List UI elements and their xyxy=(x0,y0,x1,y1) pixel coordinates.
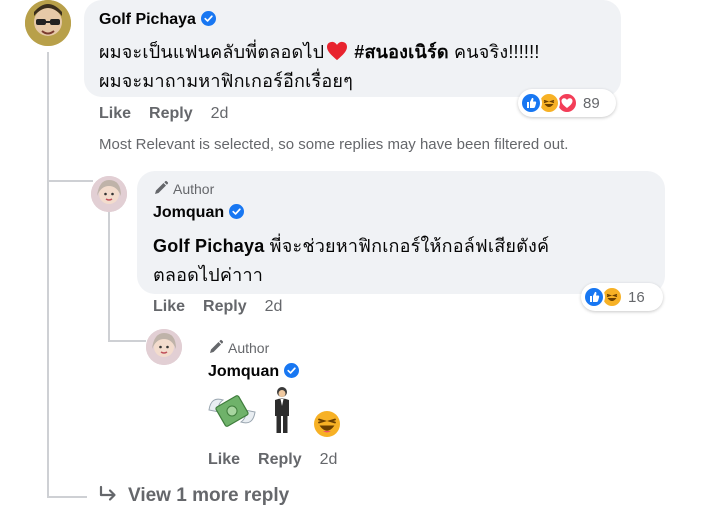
verified-badge-icon xyxy=(200,11,216,26)
reply1-text-line-2: ตลอดไปค่าาา xyxy=(153,265,264,285)
author-tag-label: Author xyxy=(173,181,215,197)
like-button[interactable]: Like xyxy=(153,298,185,315)
comment-text: ผมจะเป็นแฟนคลับพี่ตลอดไป xyxy=(99,42,325,62)
reply1-actions: Like Reply 2d xyxy=(153,298,300,316)
pencil-icon xyxy=(155,180,169,194)
author-tag-label: Author xyxy=(228,340,270,356)
reply2-avatar-face-icon xyxy=(146,329,182,365)
reply-arrow-icon xyxy=(99,485,116,501)
reply2-author-name[interactable]: Jomquan xyxy=(208,363,300,381)
reply1-author-name[interactable]: Jomquan xyxy=(153,204,245,222)
thread-line-branch-2 xyxy=(108,340,146,342)
thread-line-main xyxy=(47,52,49,497)
comment-text-tail: คนจริง!!!!!! xyxy=(453,42,540,62)
author-name-text[interactable]: Golf Pichaya xyxy=(99,11,196,28)
reply-button[interactable]: Reply xyxy=(258,451,302,468)
timestamp[interactable]: 2d xyxy=(211,105,229,122)
filter-notice: Most Relevant is selected, so some repli… xyxy=(99,136,569,153)
reply2-author-tag: Author xyxy=(208,339,269,356)
verified-badge-icon xyxy=(284,363,300,378)
reply2-actions: Like Reply 2d xyxy=(208,451,355,469)
reaction-count: 89 xyxy=(583,94,600,112)
comment-text-line-2: ผมจะมาถามหาฟิกเกอร์อีกเรื่อยๆ xyxy=(99,71,353,91)
haha-icon xyxy=(313,410,341,438)
reply-button[interactable]: Reply xyxy=(203,298,247,315)
reply2-avatar[interactable] xyxy=(146,329,182,365)
reply2-author-name-text[interactable]: Jomquan xyxy=(208,363,279,380)
reply-button[interactable]: Reply xyxy=(149,105,193,122)
thread-line-branch-3 xyxy=(47,496,87,498)
reply1-author-name-text[interactable]: Jomquan xyxy=(153,204,224,221)
reply1-avatar-face-icon xyxy=(91,176,127,212)
verified-badge-icon xyxy=(229,204,245,219)
view-more-replies-link[interactable]: View 1 more reply xyxy=(98,485,289,507)
thread-line-reply1 xyxy=(108,212,110,340)
comment-author-name[interactable]: Golf Pichaya xyxy=(99,11,216,29)
pencil-icon xyxy=(210,339,224,353)
mention-link[interactable]: Golf Pichaya xyxy=(153,236,264,256)
person-in-suit-icon xyxy=(270,386,294,436)
timestamp[interactable]: 2d xyxy=(320,451,338,468)
view-more-label[interactable]: View 1 more reply xyxy=(128,485,289,506)
avatar[interactable] xyxy=(25,0,71,46)
like-button[interactable]: Like xyxy=(208,451,240,468)
comment-reactions[interactable]: 89 xyxy=(518,89,616,117)
flying-money-icon xyxy=(207,390,257,434)
reply1-text-line-1: Golf Pichaya พี่จะช่วยหาฟิกเกอร์ให้กอล์ฟ… xyxy=(153,231,549,260)
thread-line-branch-1 xyxy=(47,180,93,182)
like-icon xyxy=(583,286,605,308)
like-icon xyxy=(520,92,542,114)
reply1-avatar[interactable] xyxy=(91,176,127,212)
comment-text-line-1: ผมจะเป็นแฟนคลับพี่ตลอดไป #สนองเนิร์ด คนจร… xyxy=(99,37,540,66)
red-heart-icon xyxy=(327,41,348,61)
like-button[interactable]: Like xyxy=(99,105,131,122)
comment-actions: Like Reply 2d xyxy=(99,105,246,123)
avatar-face-icon xyxy=(25,0,71,46)
reply1-author-tag: Author xyxy=(153,180,214,197)
timestamp[interactable]: 2d xyxy=(265,298,283,315)
reaction-count: 16 xyxy=(628,288,645,306)
reply1-text: พี่จะช่วยหาฟิกเกอร์ให้กอล์ฟเสียตังค์ xyxy=(269,236,550,256)
hashtag-link[interactable]: #สนองเนิร์ด xyxy=(354,42,449,62)
reply1-reactions[interactable]: 16 xyxy=(581,283,663,311)
